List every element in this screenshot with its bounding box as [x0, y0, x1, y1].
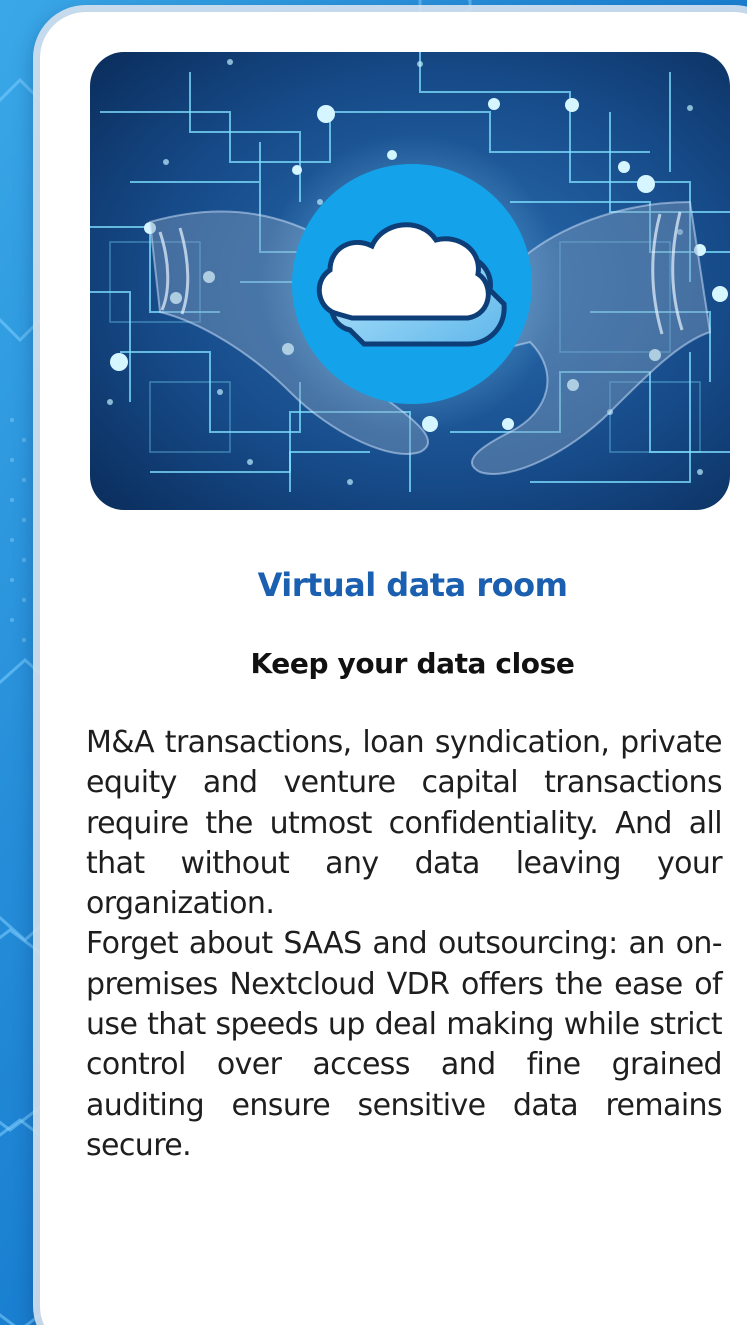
card-subtitle: Keep your data close: [250, 647, 575, 680]
hero-image: [90, 52, 730, 510]
description-paragraph-2: Forget about SAAS and outsourcing: an on…: [86, 926, 723, 1163]
description-paragraph-1: M&A transactions, loan syndication, priv…: [86, 725, 723, 922]
card-description: M&A transactions, loan syndication, priv…: [86, 723, 723, 1166]
card-title: Virtual data room: [257, 566, 568, 604]
